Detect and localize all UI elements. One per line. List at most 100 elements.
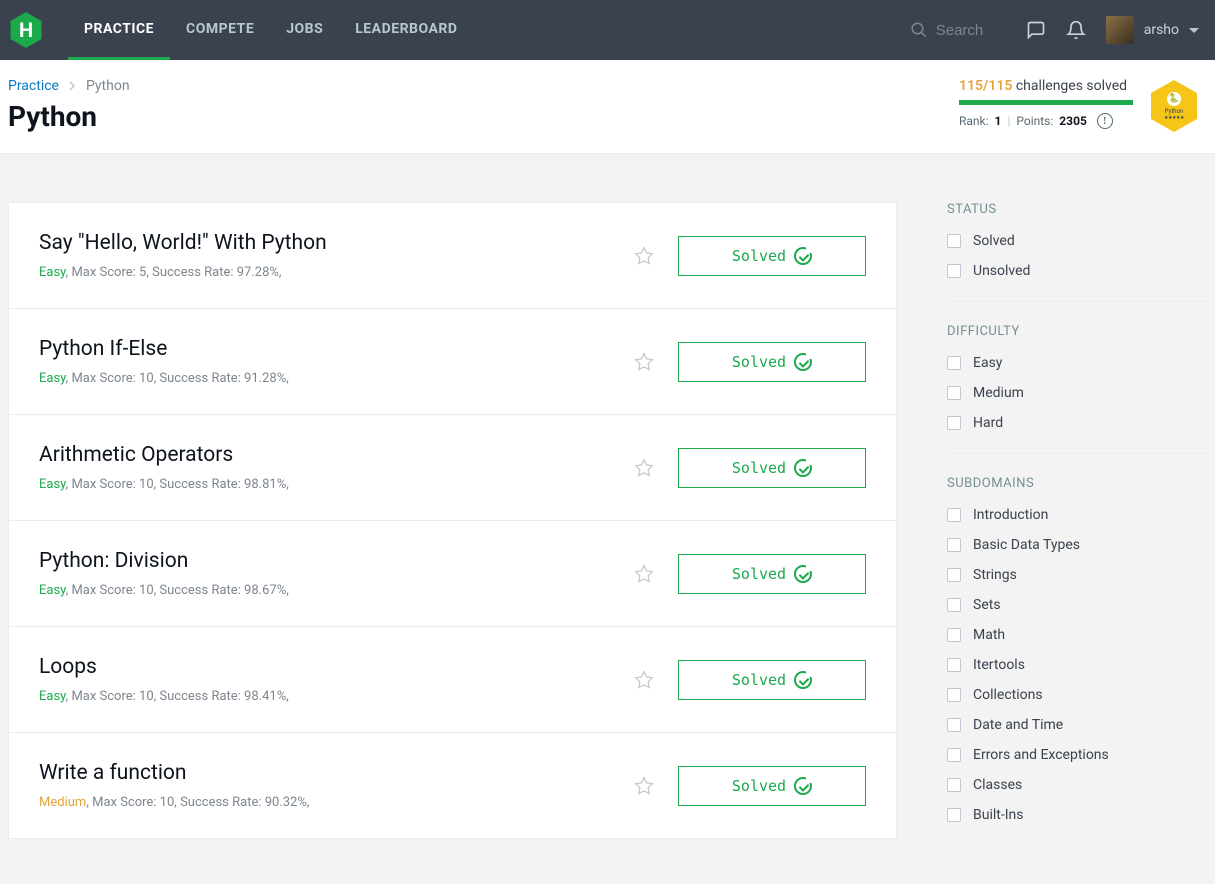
challenge-title[interactable]: Python If-Else (39, 337, 289, 361)
filter-option[interactable]: Introduction (947, 507, 1207, 523)
filter-option-label: Introduction (973, 507, 1048, 523)
badge-label: Python (1165, 108, 1184, 115)
python-badge: 🐍 Python ★★★★★ (1151, 80, 1197, 132)
messages-icon[interactable] (1026, 20, 1046, 40)
check-circle-icon (794, 247, 812, 265)
challenge-actions: Solved (634, 448, 866, 488)
filter-option[interactable]: Basic Data Types (947, 537, 1207, 553)
stats-block: 115/115 challenges solved Rank: 1 | Poin… (959, 78, 1207, 132)
bookmark-star-icon[interactable] (634, 246, 654, 266)
challenge-title[interactable]: Write a function (39, 761, 309, 785)
challenge-difficulty: Easy (39, 265, 66, 280)
challenge-info: Write a function Medium, Max Score: 10, … (39, 761, 309, 810)
logo-hexagon: H (8, 12, 44, 48)
challenge-item: Loops Easy, Max Score: 10, Success Rate:… (9, 627, 896, 733)
checkbox-icon (947, 356, 961, 370)
challenge-item: Say "Hello, World!" With Python Easy, Ma… (9, 203, 896, 309)
filter-option[interactable]: Date and Time (947, 717, 1207, 733)
check-circle-icon (794, 459, 812, 477)
challenge-title[interactable]: Loops (39, 655, 289, 679)
checkbox-icon (947, 264, 961, 278)
search-input[interactable] (936, 22, 1006, 39)
solved-button-label: Solved (732, 459, 786, 477)
nav-right: arsho (910, 16, 1207, 44)
solved-button[interactable]: Solved (678, 236, 866, 276)
filter-option[interactable]: Strings (947, 567, 1207, 583)
bookmark-star-icon[interactable] (634, 670, 654, 690)
username: arsho (1144, 22, 1179, 38)
badge-stars-icon: ★★★★★ (1164, 115, 1184, 121)
challenge-title[interactable]: Arithmetic Operators (39, 443, 289, 467)
filter-option[interactable]: Sets (947, 597, 1207, 613)
challenge-meta-text: , Max Score: 10, Success Rate: 98.41%, (66, 689, 289, 704)
challenge-difficulty: Easy (39, 583, 66, 598)
breadcrumb-root[interactable]: Practice (8, 78, 59, 94)
avatar (1106, 16, 1134, 44)
nav-tab-leaderboard[interactable]: LEADERBOARD (339, 0, 473, 60)
bookmark-star-icon[interactable] (634, 564, 654, 584)
filter-option-label: Collections (973, 687, 1043, 703)
challenge-title[interactable]: Python: Division (39, 549, 289, 573)
progress-fill (959, 100, 1133, 105)
solved-button[interactable]: Solved (678, 766, 866, 806)
bookmark-star-icon[interactable] (634, 352, 654, 372)
filter-option[interactable]: Classes (947, 777, 1207, 793)
page-title: Python (8, 100, 130, 133)
challenge-difficulty: Medium (39, 795, 86, 810)
info-icon[interactable]: ! (1097, 113, 1113, 129)
challenge-title[interactable]: Say "Hello, World!" With Python (39, 231, 327, 255)
check-circle-icon (794, 671, 812, 689)
checkbox-icon (947, 416, 961, 430)
filter-option-label: Easy (973, 355, 1002, 371)
filter-option[interactable]: Collections (947, 687, 1207, 703)
filter-option[interactable]: Solved (947, 233, 1207, 249)
challenge-info: Loops Easy, Max Score: 10, Success Rate:… (39, 655, 289, 704)
nav-tab-practice[interactable]: PRACTICE (68, 0, 170, 60)
user-menu[interactable]: arsho (1106, 16, 1199, 44)
filter-option-label: Date and Time (973, 717, 1063, 733)
challenge-meta: Easy, Max Score: 10, Success Rate: 98.67… (39, 583, 289, 598)
challenge-meta: Easy, Max Score: 10, Success Rate: 91.28… (39, 371, 289, 386)
filter-option[interactable]: Medium (947, 385, 1207, 401)
main-content: Say "Hello, World!" With Python Easy, Ma… (0, 154, 1215, 867)
filter-option[interactable]: Built-Ins (947, 807, 1207, 823)
solved-button-label: Solved (732, 565, 786, 583)
solved-button-label: Solved (732, 671, 786, 689)
challenge-meta-text: , Max Score: 5, Success Rate: 97.28%, (66, 265, 282, 280)
bookmark-star-icon[interactable] (634, 776, 654, 796)
filter-option-label: Strings (973, 567, 1017, 583)
challenge-difficulty: Easy (39, 689, 66, 704)
filter-option[interactable]: Unsolved (947, 263, 1207, 279)
points-label: Points: (1016, 114, 1053, 128)
solved-button-label: Solved (732, 777, 786, 795)
solved-button[interactable]: Solved (678, 660, 866, 700)
checkbox-icon (947, 748, 961, 762)
checkbox-icon (947, 538, 961, 552)
bookmark-star-icon[interactable] (634, 458, 654, 478)
nav-tab-compete[interactable]: COMPETE (170, 0, 270, 60)
checkbox-icon (947, 778, 961, 792)
filter-option[interactable]: Errors and Exceptions (947, 747, 1207, 763)
filter-title: DIFFICULTY (947, 324, 1207, 339)
filter-option[interactable]: Easy (947, 355, 1207, 371)
rank-label: Rank: (959, 114, 989, 128)
nav-tab-jobs[interactable]: JOBS (270, 0, 339, 60)
challenge-actions: Solved (634, 342, 866, 382)
breadcrumb-separator-icon (69, 81, 76, 91)
solved-count: 115/115 challenges solved (959, 78, 1133, 94)
filter-option[interactable]: Itertools (947, 657, 1207, 673)
site-logo[interactable]: H (8, 10, 44, 50)
filter-title: SUBDOMAINS (947, 476, 1207, 491)
solved-button[interactable]: Solved (678, 448, 866, 488)
filter-option[interactable]: Hard (947, 415, 1207, 431)
search-box[interactable] (910, 21, 1006, 39)
checkbox-icon (947, 808, 961, 822)
filter-option[interactable]: Math (947, 627, 1207, 643)
challenge-item: Python: Division Easy, Max Score: 10, Su… (9, 521, 896, 627)
notifications-icon[interactable] (1066, 20, 1086, 40)
solved-button[interactable]: Solved (678, 342, 866, 382)
challenge-item: Arithmetic Operators Easy, Max Score: 10… (9, 415, 896, 521)
stats-divider: | (1007, 114, 1010, 128)
solved-label: challenges solved (1016, 78, 1127, 94)
solved-button[interactable]: Solved (678, 554, 866, 594)
